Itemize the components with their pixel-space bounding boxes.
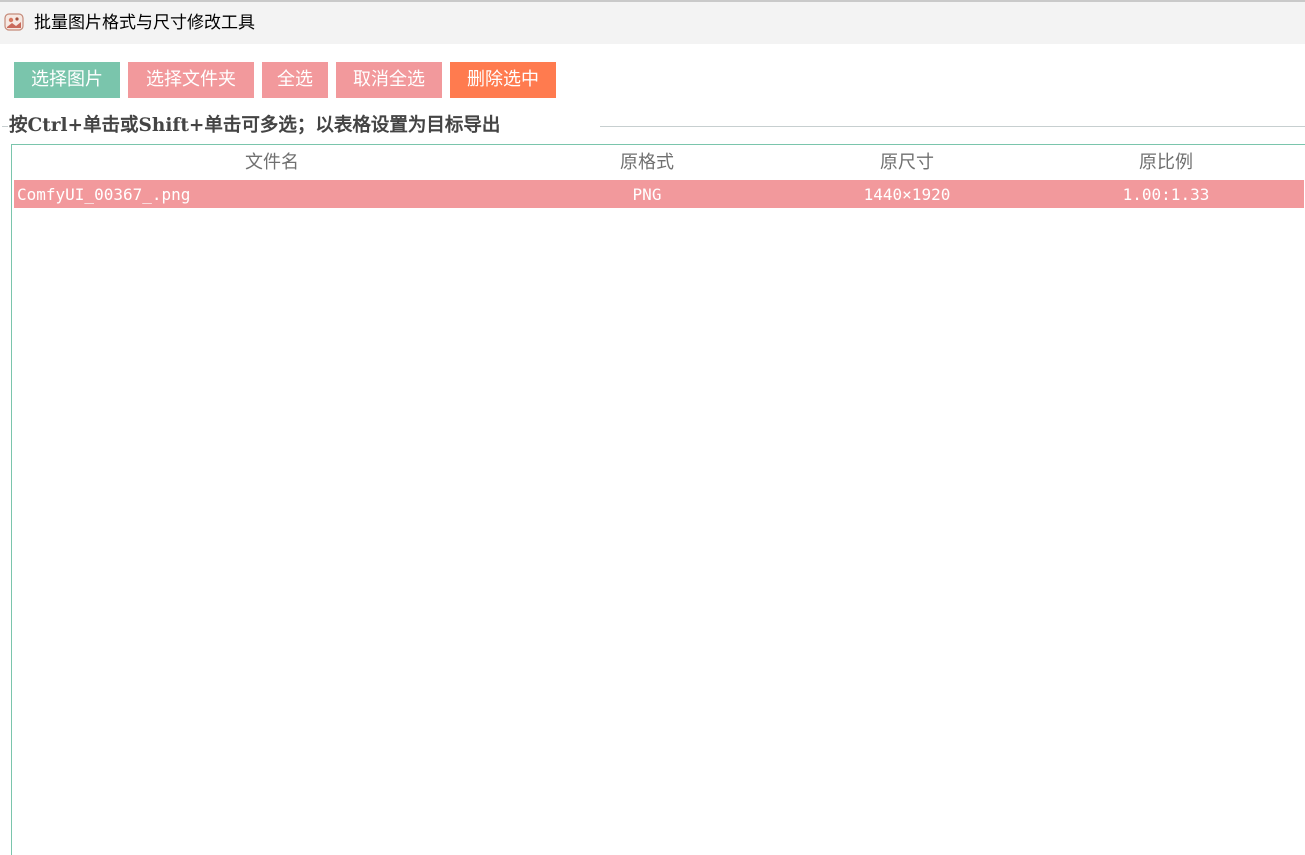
select-folder-button[interactable]: 选择文件夹 xyxy=(128,62,254,98)
cell-format: PNG xyxy=(632,185,662,204)
file-table[interactable]: 文件名 原格式 原尺寸 原比例 ComfyUI_00367_.png PNG 1… xyxy=(11,144,1305,855)
column-header-format[interactable]: 原格式 xyxy=(517,145,777,180)
window-title: 批量图片格式与尺寸修改工具 xyxy=(34,13,255,33)
file-list-group-label: 按Ctrl+单击或Shift+单击可多选；以表格设置为目标导出 xyxy=(9,112,503,140)
column-header-size[interactable]: 原尺寸 xyxy=(777,145,1037,180)
toolbar: 选择图片 选择文件夹 全选 取消全选 删除选中 xyxy=(0,62,1305,98)
cell-filename: ComfyUI_00367_.png xyxy=(17,185,191,204)
app-photo-icon xyxy=(4,13,24,31)
cell-size: 1440×1920 xyxy=(863,185,951,204)
cell-ratio: 1.00:1.33 xyxy=(1122,185,1210,204)
column-header-ratio[interactable]: 原比例 xyxy=(1036,145,1296,180)
delete-selected-button[interactable]: 删除选中 xyxy=(450,62,556,98)
select-images-button[interactable]: 选择图片 xyxy=(14,62,120,98)
select-all-button[interactable]: 全选 xyxy=(262,62,328,98)
table-row[interactable]: ComfyUI_00367_.png PNG 1440×1920 1.00:1.… xyxy=(14,180,1304,208)
group-border xyxy=(2,126,8,127)
title-bar: 批量图片格式与尺寸修改工具 xyxy=(0,0,1305,44)
deselect-all-button[interactable]: 取消全选 xyxy=(336,62,442,98)
group-border xyxy=(600,126,1305,127)
table-header: 文件名 原格式 原尺寸 原比例 xyxy=(12,145,1305,180)
column-header-filename[interactable]: 文件名 xyxy=(12,145,532,180)
